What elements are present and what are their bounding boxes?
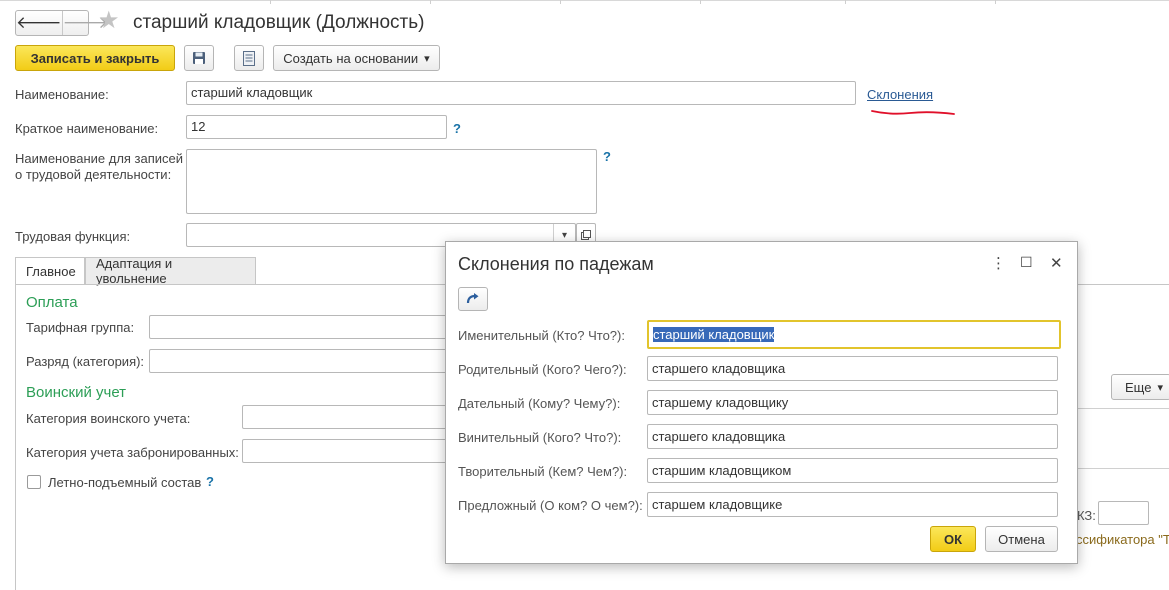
back-button[interactable]: 🡐 xyxy=(16,11,63,35)
window-top-border xyxy=(0,0,1169,4)
case-field-prepositional[interactable]: старшем кладовщике xyxy=(647,492,1058,517)
labor-function-label: Трудовая функция: xyxy=(15,229,131,244)
case-label-dative: Дательный (Кому? Чему?): xyxy=(458,396,621,411)
classifier-link[interactable]: ссификатора "Т xyxy=(1076,532,1169,547)
short-name-field[interactable]: 12 xyxy=(186,115,447,139)
declensions-link[interactable]: Склонения xyxy=(867,87,933,102)
right-divider-top xyxy=(1078,408,1169,409)
grade-label: Разряд (категория): xyxy=(26,354,145,369)
work-record-label-line1: Наименование для записей xyxy=(15,151,184,166)
payment-heading: Оплата xyxy=(26,294,78,311)
tab-adaptation-dismissal[interactable]: Адаптация и увольнение xyxy=(85,256,256,286)
report-button[interactable] xyxy=(234,45,264,71)
work-record-textarea[interactable] xyxy=(186,149,597,214)
report-list-icon xyxy=(243,50,255,66)
work-record-help-icon[interactable]: ? xyxy=(603,149,611,164)
chevron-down-icon: ▾ xyxy=(1157,381,1163,394)
case-field-accusative[interactable]: старшего кладовщика xyxy=(647,424,1058,449)
case-label-instrumental: Творительный (Кем? Чем?): xyxy=(458,464,628,479)
more-label: Еще xyxy=(1125,379,1152,395)
case-field-dative[interactable]: старшему кладовщику xyxy=(647,390,1058,415)
ok-button[interactable]: ОК xyxy=(930,526,976,552)
page-title: старший кладовщик (Должность) xyxy=(133,12,425,33)
grade-field[interactable] xyxy=(149,349,449,373)
okz-field[interactable] xyxy=(1098,501,1149,525)
chevron-down-icon: ▾ xyxy=(424,52,430,65)
reserved-category-label: Категория учета забронированных: xyxy=(26,445,239,460)
case-label-accusative: Винительный (Кого? Что?): xyxy=(458,430,622,445)
dialog-menu-icon[interactable]: ⋮ xyxy=(991,254,1006,272)
cancel-button[interactable]: Отмена xyxy=(985,526,1058,552)
dialog-maximize-icon[interactable]: ☐ xyxy=(1020,254,1033,271)
short-name-label: Краткое наименование: xyxy=(15,121,159,136)
military-heading: Воинский учет xyxy=(26,384,127,401)
short-name-help-icon[interactable]: ? xyxy=(453,121,461,136)
save-and-close-button[interactable]: Записать и закрыть xyxy=(15,45,175,71)
floppy-disk-icon xyxy=(193,52,205,64)
case-label-prepositional: Предложный (О ком? О чем?): xyxy=(458,498,643,513)
flight-crew-label: Летно-подъемный состав xyxy=(48,475,202,490)
more-button[interactable]: Еще ▾ xyxy=(1111,374,1169,400)
name-label: Наименование: xyxy=(15,87,109,102)
save-button[interactable] xyxy=(184,45,214,71)
navigation-buttons: 🡐 🡒 xyxy=(15,10,108,36)
military-category-label: Категория воинского учета: xyxy=(26,411,191,426)
dialog-close-icon[interactable]: ✕ xyxy=(1050,254,1063,272)
tariff-group-field[interactable] xyxy=(149,315,449,339)
tariff-group-label: Тарифная группа: xyxy=(26,320,135,335)
dialog-title: Склонения по падежам xyxy=(458,254,654,274)
create-based-on-button[interactable]: Создать на основании ▾ xyxy=(273,45,440,71)
case-value-nominative: старший кладовщик xyxy=(653,327,775,342)
name-field[interactable]: старший кладовщик xyxy=(186,81,856,105)
favorite-star-icon[interactable]: ★ xyxy=(98,9,120,33)
create-based-on-label: Создать на основании xyxy=(283,50,419,66)
curved-arrow-icon xyxy=(466,292,479,303)
open-window-icon xyxy=(581,230,591,240)
red-underline-annotation xyxy=(871,110,955,115)
case-label-genitive: Родительный (Кого? Чего?): xyxy=(458,362,627,377)
reserved-category-field[interactable] xyxy=(242,439,452,463)
okz-label: КЗ: xyxy=(1077,508,1096,523)
tab-panel-left-border xyxy=(15,284,16,590)
refresh-declensions-button[interactable] xyxy=(458,287,488,311)
case-field-nominative[interactable]: старший кладовщик xyxy=(647,320,1061,349)
case-field-instrumental[interactable]: старшим кладовщиком xyxy=(647,458,1058,483)
military-category-field[interactable] xyxy=(242,405,452,429)
flight-crew-help-icon[interactable]: ? xyxy=(206,474,214,489)
case-field-genitive[interactable]: старшего кладовщика xyxy=(647,356,1058,381)
flight-crew-checkbox[interactable] xyxy=(27,475,41,489)
work-record-label-line2: о трудовой деятельности: xyxy=(15,167,172,182)
case-label-nominative: Именительный (Кто? Что?): xyxy=(458,328,625,343)
right-divider-bottom xyxy=(1078,468,1169,469)
declensions-dialog: Склонения по падежам ⋮ ☐ ✕ Именительный … xyxy=(445,241,1078,564)
tab-main[interactable]: Главное xyxy=(15,257,85,285)
